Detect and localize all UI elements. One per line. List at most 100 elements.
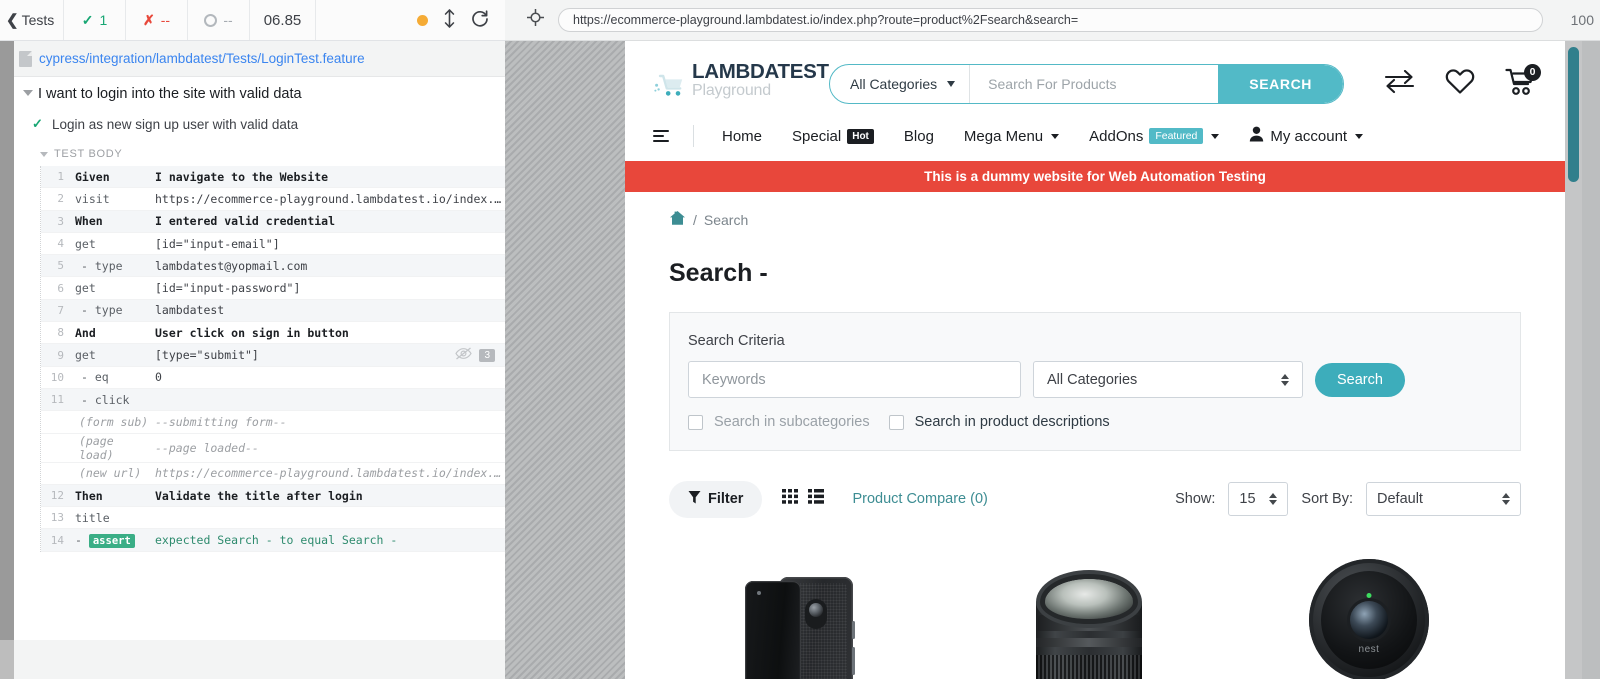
zoom-level-label: 100 [1570,12,1594,28]
command-row[interactable]: 4 get [id="input-email"] [41,232,505,256]
wishlist-heart-icon[interactable] [1445,68,1475,100]
nav-item-blog[interactable]: Blog [904,128,934,145]
command-row[interactable]: 12 Then Validate the title after login [41,484,505,508]
command-method: - type [81,303,123,318]
command-row[interactable]: 10 - eq 0 [41,366,505,389]
command-row[interactable]: (form sub) --submitting form-- [41,411,505,434]
aut-right-edge [1582,41,1600,679]
hamburger-menu-icon[interactable] [653,129,671,143]
nav-item-addons[interactable]: AddOns Featured [1089,128,1220,145]
funnel-icon [688,490,701,509]
sort-select[interactable]: Default [1366,482,1521,516]
check-icon: ✓ [32,116,43,131]
command-row[interactable]: (new url) https://ecommerce-playground.la… [41,462,505,485]
reporter-left-gutter [0,0,14,640]
command-message: Validate the title after login [155,488,363,503]
site-header: LAMBDATEST Playground All Categories Sea… [625,41,1565,157]
nav-label-home: Home [722,127,763,145]
command-row[interactable]: 2 visit https://ecommerce-playground.lambd… [41,188,505,211]
filter-label: Filter [708,491,744,507]
command-row[interactable]: 3 When I entered valid credential [41,210,505,233]
command-row[interactable]: 1 Given I navigate to the Website [41,166,505,189]
list-view-icon[interactable] [808,489,825,509]
command-method: Then [75,488,103,503]
caret-down-icon [40,152,48,157]
test-title[interactable]: ✓ Login as new sign up user with valid d… [14,111,505,138]
search-category-dropdown[interactable]: All Categories [830,65,971,103]
command-row[interactable]: 14 - assert expected Search - to equal Sea… [41,529,505,552]
url-input[interactable]: https://ecommerce-playground.lambdatest.… [558,8,1543,32]
command-method: (new url) [79,466,142,481]
suite-title[interactable]: I want to login into the site with valid… [14,77,505,111]
check-icon: ✓ [81,11,94,28]
aut-scrollbar-thumb[interactable] [1568,47,1579,182]
command-method: - type [81,258,123,273]
filter-button[interactable]: Filter [669,480,763,518]
search-criteria-row: Keywords All Categories Search [688,361,1502,398]
command-row[interactable]: 13 title [41,507,505,530]
sort-value: Default [1377,491,1423,507]
nest-camera-product[interactable]: nest [1229,537,1509,679]
subcategories-checkbox[interactable] [688,414,703,430]
eye-slash-icon[interactable] [455,347,473,363]
site-logo[interactable]: LAMBDATEST Playground [653,61,829,107]
command-method: (page load) [79,433,114,462]
nav-item-my-account[interactable]: My account [1249,126,1364,146]
command-count-badge: 3 [479,348,495,362]
screenshot-root: ❮ Tests ✓ 1 ✗ -- -- 06.85 cypress/integr… [0,0,1600,679]
home-icon[interactable] [669,210,686,229]
reporter-left-gutter-bottom [0,640,14,679]
nav-label-blog: Blog [903,127,934,145]
header-search-bar: All Categories Search For Products SEARC… [829,64,1344,104]
nest-camera-image: nest [1229,537,1509,679]
command-row[interactable]: 5 - type lambdatest@yopmail.com [41,255,505,278]
breadcrumb: / Search [625,192,1565,229]
logo-text: LAMBDATEST Playground [692,61,829,100]
criteria-search-button[interactable]: Search [1315,362,1405,397]
spec-file-path[interactable]: cypress/integration/lambdatest/Tests/Log… [14,41,505,77]
command-row[interactable]: 9 get [type="submit"] 3 [41,344,505,367]
search-button-label: SEARCH [1249,76,1312,92]
test-body-label[interactable]: TEST BODY [14,138,505,166]
show-select[interactable]: 15 [1228,482,1289,516]
select-spinner-icon [1281,373,1289,386]
command-row[interactable]: 7 - type lambdatest [41,299,505,323]
product-compare-link[interactable]: Product Compare (0) [852,491,987,507]
lens-ring [1036,638,1142,647]
descriptions-checkbox[interactable] [888,414,904,430]
show-value: 15 [1239,491,1256,507]
product-toolbar: Filter Product Compare (0) Show: 15 Sort… [669,479,1521,519]
header-search-button[interactable]: SEARCH [1218,65,1343,103]
reporter-header: ❮ Tests ✓ 1 ✗ -- -- 06.85 [0,0,505,41]
command-message: [id="input-password"] [155,281,301,296]
caret-down-icon [23,90,33,96]
phone-button [852,621,855,639]
back-to-tests-button[interactable]: ❮ Tests [0,0,64,40]
keywords-input[interactable]: Keywords [688,361,1021,398]
chevron-left-icon: ❮ [6,11,19,29]
command-row[interactable]: 11 - click [41,388,505,412]
nav-item-mega-menu[interactable]: Mega Menu [964,128,1060,145]
command-method: When [75,214,103,229]
command-message: https://ecommerce-playground.lambdatest.… [155,191,502,206]
command-row[interactable]: 8 And User click on sign in button [41,322,505,345]
failed-count: -- [160,12,171,28]
nav-item-special[interactable]: Special Hot [792,128,874,145]
smartphone-product[interactable] [669,537,949,679]
command-row[interactable]: 6 get [id="input-password"] [41,277,505,300]
auto-scroll-icon[interactable] [444,9,455,31]
keywords-placeholder: Keywords [702,371,766,388]
category-select[interactable]: All Categories [1033,361,1303,398]
header-search-input[interactable]: Search For Products [970,65,1218,103]
compare-icon[interactable] [1384,69,1415,99]
grid-view-icon[interactable] [782,489,799,509]
restart-icon[interactable] [471,9,489,31]
camera-lens-product[interactable] [949,537,1229,679]
reporter-controls [417,0,505,40]
cart-icon[interactable]: 0 [1505,63,1541,101]
crosshair-selector-icon[interactable] [527,9,544,31]
command-row[interactable]: (page load) --page loaded-- [41,433,505,463]
nav-item-home[interactable]: Home [722,128,762,145]
url-text: https://ecommerce-playground.lambdatest.… [573,13,1079,27]
stat-pending: -- [188,0,250,40]
